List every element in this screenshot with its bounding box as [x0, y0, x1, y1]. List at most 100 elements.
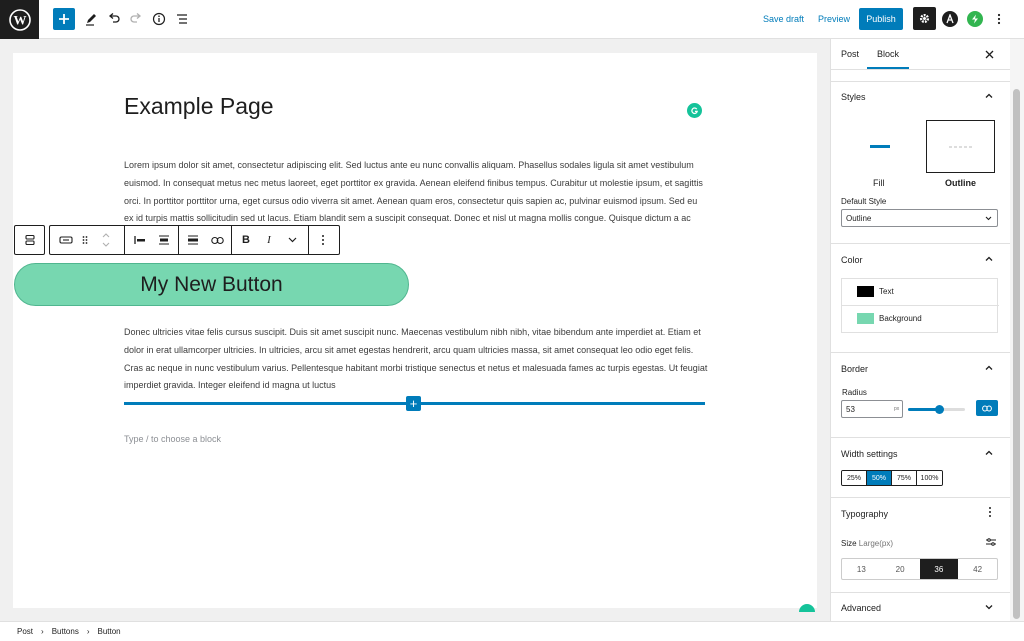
- options-more-icon[interactable]: [988, 8, 1010, 30]
- sidebar-tabs: Post Block: [831, 39, 1011, 70]
- default-style-label: Default Style: [841, 197, 887, 206]
- publish-button[interactable]: Publish: [859, 8, 903, 30]
- list-view-icon[interactable]: [171, 8, 193, 30]
- toolbar-divider: [124, 226, 125, 254]
- svg-text:W: W: [13, 12, 26, 27]
- scrollbar-thumb[interactable]: [1013, 89, 1020, 619]
- width-option-100[interactable]: 100%: [917, 471, 942, 485]
- toolbar-divider: [231, 226, 232, 254]
- link-icon[interactable]: [205, 226, 229, 254]
- size-hint: Large(px): [858, 539, 894, 548]
- plugin-a-icon[interactable]: [942, 11, 958, 27]
- typography-options-more-icon[interactable]: [988, 506, 992, 518]
- grammarly-icon[interactable]: [687, 103, 702, 118]
- panel-divider: [831, 352, 1011, 353]
- width-option-50[interactable]: 50%: [867, 471, 892, 485]
- style-fill-option[interactable]: [841, 119, 918, 174]
- default-style-value: Outline: [846, 214, 872, 223]
- details-info-icon[interactable]: [148, 8, 170, 30]
- font-size-option-42[interactable]: 42: [958, 559, 997, 579]
- bold-icon[interactable]: B: [235, 226, 257, 254]
- custom-button-block[interactable]: My New Button: [14, 263, 409, 306]
- chevron-up-icon[interactable]: [984, 363, 994, 373]
- settings-gear-icon[interactable]: [913, 7, 936, 30]
- styles-panel-heading[interactable]: Styles: [841, 92, 866, 102]
- default-style-select[interactable]: Outline: [841, 209, 998, 227]
- save-draft-button[interactable]: Save draft: [763, 14, 804, 24]
- insert-block-plus-icon[interactable]: +: [406, 396, 421, 411]
- font-size-option-36[interactable]: 36: [919, 559, 959, 579]
- more-rich-text-chevron-down-icon[interactable]: [281, 226, 303, 254]
- button-block-icon[interactable]: [54, 226, 78, 254]
- default-block-appender[interactable]: Type / to choose a block: [124, 434, 221, 444]
- color-settings-group: Text Background: [841, 278, 999, 333]
- chevron-down-icon[interactable]: [984, 602, 994, 612]
- select-parent-buttons-button[interactable]: [14, 225, 45, 255]
- background-color-row[interactable]: Background: [842, 306, 999, 333]
- custom-size-settings-icon[interactable]: [985, 537, 997, 547]
- paragraph-block[interactable]: Donec ultricies vitae felis cursus susci…: [124, 324, 708, 395]
- breadcrumb-item-button[interactable]: Button: [98, 627, 121, 636]
- unlink-sides-link-icon[interactable]: [976, 400, 998, 416]
- width-option-25[interactable]: 25%: [842, 471, 867, 485]
- breadcrumb-item-buttons[interactable]: Buttons: [52, 627, 79, 636]
- typography-panel-heading[interactable]: Typography: [841, 509, 888, 519]
- edit-mode-pencil-icon[interactable]: [80, 8, 102, 30]
- background-color-swatch: [857, 313, 874, 324]
- plugin-bolt-icon[interactable]: [967, 11, 983, 27]
- chevron-up-icon[interactable]: [984, 448, 994, 458]
- preview-button[interactable]: Preview: [818, 14, 850, 24]
- radius-slider-thumb[interactable]: [934, 405, 944, 414]
- advanced-panel-heading[interactable]: Advanced: [841, 603, 881, 613]
- style-outline-option[interactable]: [926, 120, 995, 173]
- width-settings-panel-heading[interactable]: Width settings: [841, 449, 898, 459]
- chevron-up-icon[interactable]: [984, 254, 994, 264]
- font-size-option-13[interactable]: 13: [842, 559, 881, 579]
- tab-post[interactable]: Post: [841, 49, 859, 59]
- block-toolbar: B I: [49, 225, 340, 255]
- block-options-more-icon[interactable]: [312, 226, 334, 254]
- chevron-right-icon: ›: [41, 627, 44, 636]
- background-color-label: Background: [879, 314, 922, 323]
- font-size-label: Size Large(px): [841, 539, 893, 548]
- radius-label: Radius: [842, 388, 867, 397]
- font-size-option-20[interactable]: 20: [881, 559, 920, 579]
- undo-icon[interactable]: [103, 8, 125, 30]
- block-alignment-icon[interactable]: [152, 226, 176, 254]
- chevron-up-icon[interactable]: [984, 91, 994, 101]
- block-settings-sidebar: Post Block Styles Fill Outline Default S…: [830, 39, 1011, 621]
- outline-style-preview: [949, 146, 972, 148]
- chevron-right-icon: ›: [86, 627, 90, 636]
- border-panel-heading[interactable]: Border: [841, 364, 868, 374]
- panel-divider: [831, 243, 1011, 244]
- font-size-picker: 13 20 36 42: [841, 558, 998, 580]
- width-button-group: 25% 50% 75% 100%: [841, 470, 943, 486]
- chevron-down-icon: [985, 216, 992, 221]
- fill-style-preview: [869, 145, 890, 148]
- text-color-label: Text: [879, 287, 894, 296]
- text-color-row[interactable]: Text: [842, 279, 999, 306]
- sidebar-scrollbar[interactable]: [1010, 39, 1024, 621]
- redo-icon[interactable]: [125, 8, 147, 30]
- drag-handle-icon[interactable]: [78, 226, 92, 254]
- panel-divider: [831, 497, 1011, 498]
- editor-header: W Save draft Preview Publish: [0, 0, 1024, 39]
- style-outline-label: Outline: [945, 178, 976, 188]
- panel-divider: [831, 437, 1011, 438]
- active-tab-indicator: [867, 67, 909, 69]
- color-panel-heading[interactable]: Color: [841, 255, 863, 265]
- move-up-down-icon[interactable]: [96, 226, 116, 254]
- width-option-75[interactable]: 75%: [892, 471, 917, 485]
- radius-unit[interactable]: px: [894, 406, 899, 412]
- add-block-button[interactable]: [53, 8, 75, 30]
- size-label: Size: [841, 539, 857, 548]
- wordpress-logo-icon[interactable]: W: [0, 0, 39, 39]
- justify-left-icon[interactable]: [128, 226, 152, 254]
- page-title[interactable]: Example Page: [124, 93, 274, 120]
- text-color-swatch: [857, 286, 874, 297]
- breadcrumb-item-post[interactable]: Post: [17, 627, 33, 636]
- close-icon[interactable]: [985, 47, 994, 62]
- italic-icon[interactable]: I: [258, 226, 280, 254]
- full-width-icon[interactable]: [181, 226, 205, 254]
- tab-block[interactable]: Block: [877, 49, 899, 59]
